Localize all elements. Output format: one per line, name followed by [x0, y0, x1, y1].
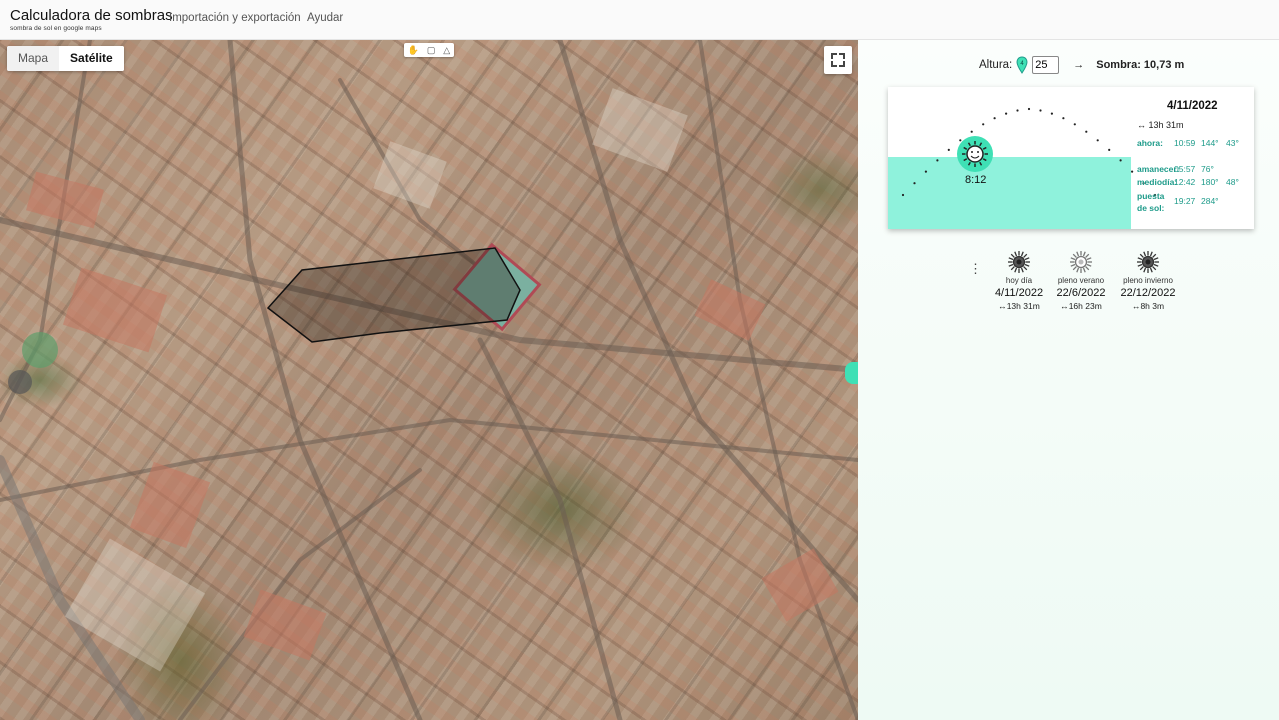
sunrise-azimuth: 76° — [1201, 164, 1214, 174]
day-option-winter[interactable]: pleno invierno 22/12/2022 ↔8h 3m — [1105, 250, 1191, 311]
sun-path-dot — [959, 139, 962, 142]
sun-path-dot — [1062, 117, 1065, 120]
nav-help[interactable]: Ayudar — [307, 12, 343, 24]
app-subtitle: sombra de sol en google maps — [10, 25, 102, 32]
arrow-icon: → — [1073, 59, 1085, 71]
day-option-date: 22/12/2022 — [1120, 287, 1176, 299]
sun-path-dot — [1027, 107, 1031, 111]
sun-path-dot — [936, 159, 939, 162]
day-option-length: ↔8h 3m — [1131, 301, 1165, 311]
sun-icon — [1008, 251, 1030, 273]
now-altitude: 43° — [1226, 138, 1239, 148]
brand[interactable]: Calculadora de sombras sombra de sol en … — [10, 7, 173, 32]
now-label: ahora: — [1137, 138, 1163, 148]
now-time: 10:59 — [1174, 138, 1196, 148]
sun-path-dot — [1108, 148, 1111, 151]
nav-import-export[interactable]: Importación y exportación — [169, 12, 301, 24]
sun-path-card[interactable]: 4/11/2022 ↔ 13h 31m 8:12 ahora: 10:59 14… — [888, 87, 1254, 229]
sun-path-dot — [970, 130, 973, 133]
fullscreen-button[interactable] — [824, 46, 852, 74]
noon-label: mediodía: — [1137, 177, 1178, 187]
map-type-map-button[interactable]: Mapa — [7, 46, 60, 71]
shadow-length: Sombra: 10,73 m — [1096, 59, 1185, 71]
sunset-label: puesta de sol: — [1137, 191, 1165, 213]
hand-icon[interactable]: ✋ — [408, 43, 419, 57]
sun-path-dot — [924, 170, 927, 173]
sun-icon — [1070, 251, 1092, 273]
map-overlay — [0, 40, 858, 720]
daylight-band — [888, 157, 1131, 229]
sun-path-dot — [1050, 112, 1053, 115]
noon-azimuth: 180° — [1201, 177, 1219, 187]
sun-path-dot — [1073, 123, 1076, 126]
panel-toggle-handle[interactable] — [845, 362, 858, 384]
sun-path-dot — [913, 182, 916, 185]
map-pin-icon: 4 — [1016, 56, 1028, 74]
satellite-map[interactable]: Mapa Satélite ✋ ▢ △ — [0, 40, 858, 720]
sun-path-dot — [1005, 112, 1008, 115]
height-row: Altura: 4 → Sombra: 10,73 m — [979, 56, 1184, 74]
now-azimuth: 144° — [1201, 138, 1219, 148]
sun-path-dot — [1085, 130, 1088, 133]
polygon-icon[interactable]: △ — [443, 43, 450, 57]
sunset-time: 19:27 — [1174, 196, 1196, 206]
drawing-tools: ✋ ▢ △ — [404, 43, 454, 57]
sun-path-dot — [1131, 170, 1134, 173]
top-bar: Calculadora de sombras sombra de sol en … — [0, 0, 1279, 40]
map-type-control: Mapa Satélite — [7, 46, 124, 71]
noon-time: 12:42 — [1174, 177, 1196, 187]
sun-path-dot — [993, 117, 996, 120]
current-time: 8:12 — [965, 174, 987, 186]
sun-path-dot — [982, 123, 985, 126]
sunset-azimuth: 284° — [1201, 196, 1219, 206]
height-label: Altura: — [979, 59, 1013, 71]
side-panel: Altura: 4 → Sombra: 10,73 m 4/11/2022 ↔ … — [858, 40, 1279, 720]
height-input[interactable] — [1032, 56, 1060, 74]
day-length: ↔ 13h 31m — [1137, 120, 1184, 130]
sun-path-dot — [1096, 139, 1099, 142]
noon-altitude: 48° — [1226, 177, 1239, 187]
day-option-name: pleno invierno — [1123, 276, 1173, 285]
sun-path-dot — [1016, 109, 1019, 112]
sunrise-time: 05:57 — [1174, 164, 1196, 174]
sun-path-dot — [1119, 159, 1122, 162]
map-type-satellite-button[interactable]: Satélite — [59, 46, 124, 71]
sun-date: 4/11/2022 — [1167, 100, 1218, 112]
rectangle-icon[interactable]: ▢ — [427, 43, 436, 57]
sun-path-dot — [1039, 109, 1042, 112]
app-title: Calculadora de sombras — [10, 7, 173, 24]
sun-path-dot — [901, 193, 905, 197]
sun-path-dot — [947, 148, 950, 151]
sun-icon — [1137, 251, 1159, 273]
